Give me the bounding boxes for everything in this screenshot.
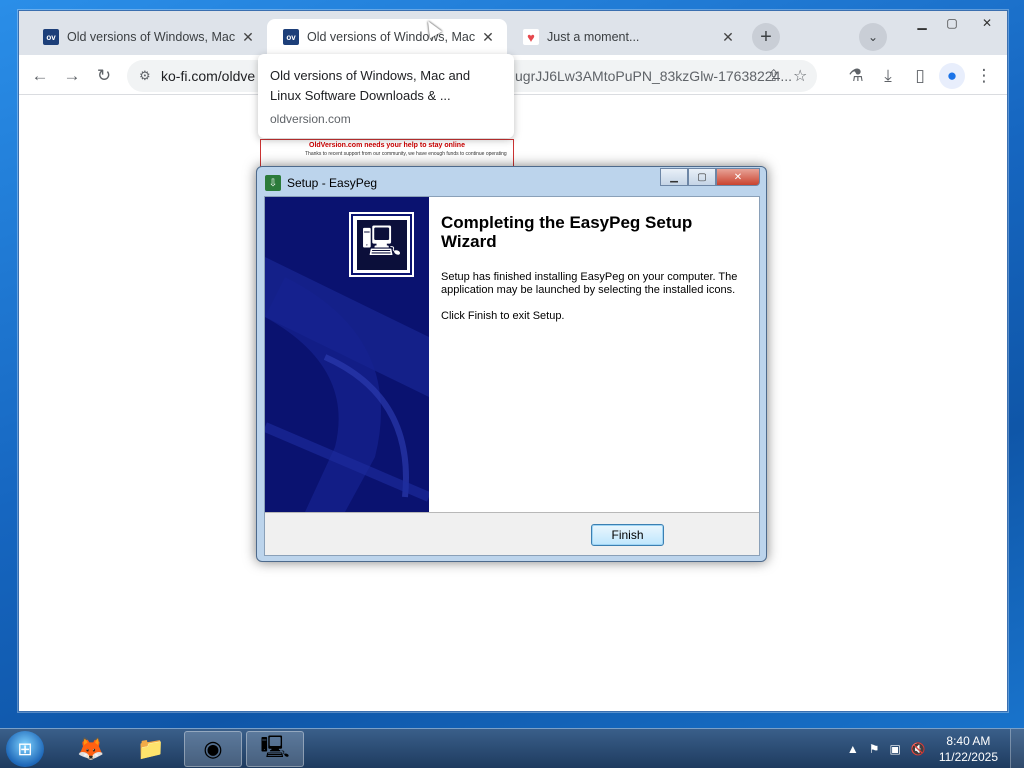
- finish-button[interactable]: Finish: [591, 524, 664, 546]
- preview-text: Thanks to recent support from our commun…: [305, 151, 507, 157]
- tab-close-icon[interactable]: ✕: [479, 29, 497, 46]
- tab-title: Just a moment...: [547, 30, 640, 44]
- forward-arrow-icon[interactable]: →: [59, 63, 85, 89]
- taskbar-chrome-icon[interactable]: ◉: [184, 731, 242, 767]
- setup-app-icon: ⇩: [265, 175, 281, 191]
- oldversion-favicon-icon: ov: [43, 29, 59, 45]
- setup-dialog: ⇩ Setup - EasyPeg ▁ ▢ ✕ 🖳 Completing the…: [256, 166, 767, 562]
- dialog-minimize-button[interactable]: ▁: [660, 168, 688, 186]
- dialog-title: Setup - EasyPeg: [287, 176, 378, 190]
- taskbar-explorer-icon[interactable]: 📁: [122, 731, 180, 767]
- ko-fi-favicon-icon: ♥: [523, 29, 539, 45]
- tab-close-icon[interactable]: ✕: [239, 29, 257, 46]
- hover-card-domain: oldversion.com: [270, 112, 351, 126]
- wizard-content: Completing the EasyPeg Setup Wizard Setu…: [429, 197, 759, 512]
- taskbar: ⊞ 🦊 📁 ◉ 🖳 ▲ ⚑ ▣ 🔇 8:40 AM 11/22/2025: [0, 728, 1024, 768]
- tab-2-active[interactable]: ov Old versions of Windows, Mac a ✕: [267, 19, 507, 55]
- tab-hover-card: Old versions of Windows, Mac and Linux S…: [258, 54, 514, 138]
- computer-install-icon: 🖳: [356, 219, 407, 270]
- labs-flask-icon[interactable]: ⚗: [843, 63, 869, 89]
- dialog-window-controls: ▁ ▢ ✕: [660, 168, 760, 186]
- installer-logo: 🖳: [349, 212, 414, 277]
- taskbar-setup-icon[interactable]: 🖳: [246, 731, 304, 767]
- taskbar-fox-app-icon[interactable]: 🦊: [62, 731, 120, 767]
- tab-search-button[interactable]: ⌄: [859, 23, 887, 51]
- tab-3[interactable]: ♥ Just a moment... ✕: [507, 19, 747, 55]
- wizard-heading: Completing the EasyPeg Setup Wizard: [441, 213, 693, 251]
- share-icon[interactable]: ⇪: [767, 66, 780, 86]
- tab-close-icon[interactable]: ✕: [719, 29, 737, 46]
- action-center-flag-icon[interactable]: ⚑: [869, 742, 880, 756]
- system-tray: ▲ ⚑ ▣ 🔇 8:40 AM 11/22/2025: [842, 729, 1024, 768]
- wizard-side-image: 🖳: [265, 197, 429, 512]
- bookmark-star-icon[interactable]: ☆: [793, 66, 807, 86]
- maximize-button[interactable]: ▢: [937, 13, 967, 33]
- dialog-maximize-button[interactable]: ▢: [688, 168, 716, 186]
- menu-kebab-icon[interactable]: ⋮: [971, 63, 997, 89]
- network-icon[interactable]: ▣: [890, 742, 901, 756]
- close-window-button[interactable]: ✕: [967, 13, 1007, 33]
- side-panel-icon[interactable]: ▯: [907, 63, 933, 89]
- wizard-exit-hint: Click Finish to exit Setup.: [441, 310, 565, 322]
- oldversion-favicon-icon: ov: [283, 29, 299, 45]
- download-icon[interactable]: ⤓: [875, 63, 901, 89]
- wizard-body-text: Setup has finished installing EasyPeg on…: [441, 271, 738, 296]
- show-desktop-button[interactable]: [1010, 729, 1024, 768]
- tab-1[interactable]: ov Old versions of Windows, Mac a ✕: [27, 19, 267, 55]
- tab-strip: ov Old versions of Windows, Mac a ✕ ov O…: [19, 11, 1007, 55]
- minimize-button[interactable]: ▁: [907, 13, 937, 33]
- volume-muted-icon[interactable]: 🔇: [911, 742, 926, 756]
- tab-title: Old versions of Windows, Mac a: [307, 30, 479, 44]
- clock[interactable]: 8:40 AM 11/22/2025: [939, 733, 998, 765]
- reload-icon[interactable]: ↻: [91, 63, 117, 89]
- url-text-right: ugrJJ6Lw3AMtoPuPN_83kzGlw-17638224...: [515, 68, 793, 84]
- profile-avatar-icon[interactable]: ●: [939, 63, 965, 89]
- wizard-footer: Finish: [265, 512, 759, 555]
- back-arrow-icon[interactable]: ←: [27, 63, 53, 89]
- start-button[interactable]: ⊞: [6, 731, 44, 767]
- show-hidden-icons-icon[interactable]: ▲: [847, 742, 859, 756]
- clock-date: 11/22/2025: [938, 750, 998, 764]
- preview-banner: OldVersion.com needs your help to stay o…: [309, 142, 465, 149]
- dialog-client-area: 🖳 Completing the EasyPeg Setup Wizard Se…: [264, 196, 760, 556]
- url-text-left: ko-fi.com/oldve: [161, 68, 256, 84]
- tab-title: Old versions of Windows, Mac a: [67, 30, 239, 44]
- site-info-icon[interactable]: ⚙: [139, 68, 151, 84]
- dialog-close-button[interactable]: ✕: [716, 168, 760, 186]
- new-tab-button[interactable]: +: [752, 23, 780, 51]
- hover-card-title: Old versions of Windows, Mac and Linux S…: [270, 68, 471, 103]
- dialog-titlebar[interactable]: ⇩ Setup - EasyPeg: [265, 173, 377, 193]
- clock-time: 8:40 AM: [946, 734, 991, 748]
